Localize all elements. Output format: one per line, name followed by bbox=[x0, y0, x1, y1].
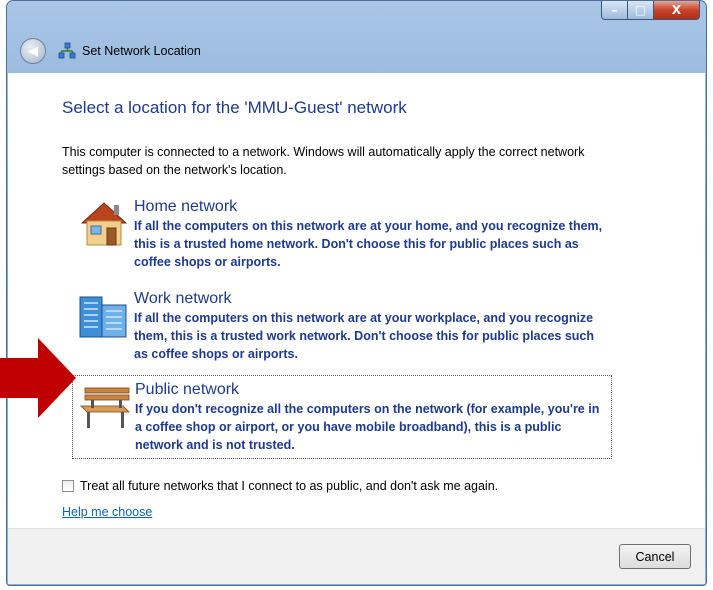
option-work-description: If all the computers on this network are… bbox=[134, 311, 594, 361]
network-icon bbox=[58, 42, 76, 60]
option-home-title: Home network bbox=[134, 198, 238, 215]
page-heading: Select a location for the 'MMU-Guest' ne… bbox=[62, 98, 407, 117]
option-public-description: If you don't recognize all the computers… bbox=[135, 402, 600, 452]
treat-future-public-row[interactable]: Treat all future networks that I connect… bbox=[62, 479, 498, 493]
caption-buttons: – □ X bbox=[601, 1, 700, 20]
dialog-footer: Cancel bbox=[8, 528, 705, 584]
red-pointer-arrow-icon bbox=[0, 338, 78, 418]
cancel-button[interactable]: Cancel bbox=[619, 544, 691, 569]
navigation-bar: ◀ Set Network Location bbox=[8, 31, 705, 71]
treat-future-public-label: Treat all future networks that I connect… bbox=[80, 479, 499, 493]
maximize-button[interactable]: □ bbox=[628, 1, 654, 20]
dialog-content: Select a location for the 'MMU-Guest' ne… bbox=[8, 73, 705, 584]
option-public-title: Public network bbox=[135, 381, 240, 398]
option-home-network[interactable]: Home network If all the computers on thi… bbox=[72, 193, 612, 275]
dialog-window: – □ X ◀ Set Network Location Select a lo… bbox=[6, 0, 707, 586]
minimize-button[interactable]: – bbox=[601, 1, 628, 20]
help-me-choose-link[interactable]: Help me choose bbox=[62, 505, 152, 519]
house-icon bbox=[78, 199, 130, 249]
intro-text: This computer is connected to a network.… bbox=[62, 145, 585, 177]
back-button[interactable]: ◀ bbox=[20, 38, 46, 64]
park-bench-icon bbox=[79, 382, 131, 432]
option-work-network[interactable]: Work network If all the computers on thi… bbox=[72, 285, 612, 367]
title-bar[interactable]: – □ X bbox=[7, 1, 706, 31]
option-public-network[interactable]: Public network If you don't recognize al… bbox=[72, 375, 612, 459]
back-arrow-icon: ◀ bbox=[28, 43, 38, 59]
office-building-icon bbox=[78, 291, 130, 341]
option-work-title: Work network bbox=[134, 290, 232, 307]
close-button[interactable]: X bbox=[654, 1, 700, 20]
window-title: Set Network Location bbox=[82, 44, 201, 58]
treat-future-public-checkbox[interactable] bbox=[62, 480, 74, 492]
option-home-description: If all the computers on this network are… bbox=[134, 219, 603, 269]
